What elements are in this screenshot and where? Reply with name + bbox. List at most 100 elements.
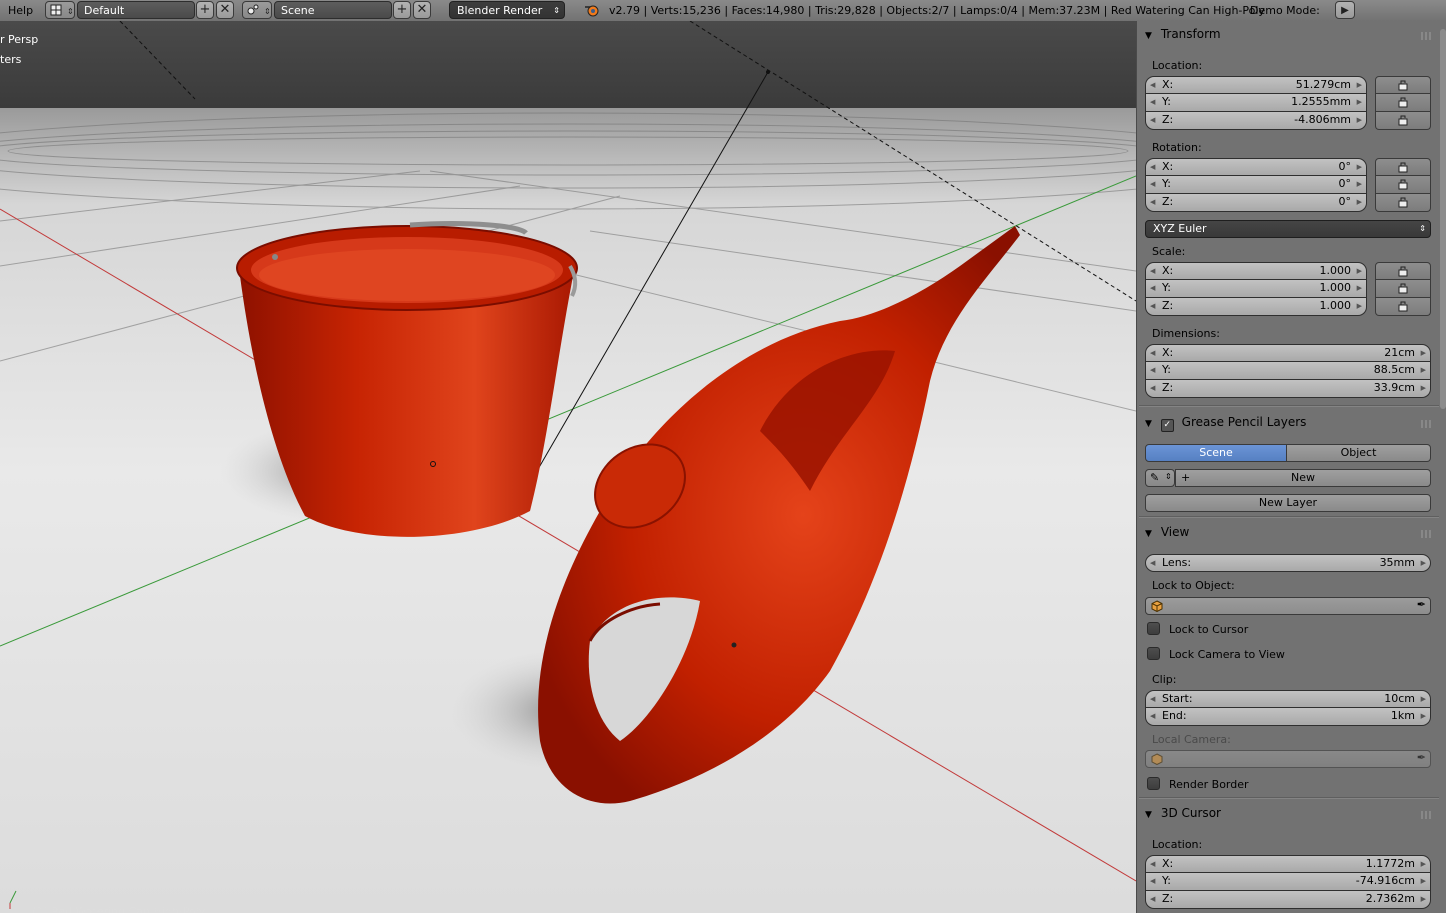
clip-label: Clip: xyxy=(1152,673,1177,686)
lock-rotation-x-button[interactable] xyxy=(1375,158,1431,176)
lock-camera-to-view-label: Lock Camera to View xyxy=(1169,648,1285,661)
drag-grip-icon[interactable] xyxy=(1421,420,1433,428)
lock-location-x-button[interactable] xyxy=(1375,76,1431,94)
add-icon: + xyxy=(199,2,211,17)
svg-text:⇕: ⇕ xyxy=(264,7,271,16)
new-grease-pencil-button[interactable]: + New xyxy=(1175,469,1431,487)
local-camera-label: Local Camera: xyxy=(1152,733,1231,746)
pencil-icon: ✎ xyxy=(1150,471,1160,484)
collapse-triangle-icon: ▼ xyxy=(1145,529,1152,539)
svg-text:⇕: ⇕ xyxy=(67,7,74,16)
rotation-mode-menu[interactable]: XYZ Euler ⇕ xyxy=(1145,220,1431,238)
lock-icon xyxy=(1398,197,1408,208)
layout-name-field[interactable]: Default xyxy=(77,1,195,19)
lock-scale-x-button[interactable] xyxy=(1375,262,1431,280)
scene-name-field[interactable]: Scene xyxy=(274,1,392,19)
cursor-x-field[interactable]: ◀ X: 1.1772m ▶ xyxy=(1145,855,1431,873)
lock-location-y-button[interactable] xyxy=(1375,94,1431,112)
clip-end-field[interactable]: ◀ End: 1km ▶ xyxy=(1145,708,1431,726)
tab-object[interactable]: Object xyxy=(1287,444,1431,462)
lock-icon xyxy=(1398,162,1408,173)
lock-rotation-y-button[interactable] xyxy=(1375,176,1431,194)
lock-object-field[interactable]: ✒ xyxy=(1145,597,1431,615)
drag-grip-icon[interactable] xyxy=(1421,530,1433,538)
dimensions-y-field[interactable]: ◀ Y: 88.5cm ▶ xyxy=(1145,362,1431,380)
dimensions-z-field[interactable]: ◀ Z: 33.9cm ▶ xyxy=(1145,380,1431,398)
scale-y-field[interactable]: ◀ Y: 1.000 ▶ xyxy=(1145,280,1367,298)
lock-icon xyxy=(1398,80,1408,91)
demo-play-button[interactable]: ▶ xyxy=(1335,1,1355,19)
location-y-field[interactable]: ◀ Y: 1.2555mm ▶ xyxy=(1145,94,1367,112)
collapse-triangle-icon: ▼ xyxy=(1145,31,1152,41)
lock-scale-y-button[interactable] xyxy=(1375,280,1431,298)
scale-label: Scale: xyxy=(1152,245,1186,258)
delete-layout-button[interactable]: ✕ xyxy=(216,1,234,19)
cursor-y-field[interactable]: ◀ Y: -74.916cm ▶ xyxy=(1145,873,1431,891)
rotation-z-field[interactable]: ◀ Z: 0° ▶ xyxy=(1145,194,1367,212)
blender-logo-icon xyxy=(585,5,599,17)
lock-icon xyxy=(1398,97,1408,108)
demo-mode-label: Demo Mode: xyxy=(1250,4,1320,17)
collapse-triangle-icon: ▼ xyxy=(1145,810,1152,820)
drag-grip-icon[interactable] xyxy=(1421,811,1433,819)
origin-marker xyxy=(731,642,737,648)
lock-camera-to-view-checkbox[interactable] xyxy=(1147,647,1160,660)
units-label: ters xyxy=(0,53,22,66)
location-x-field[interactable]: ◀ X: 51.279cm ▶ xyxy=(1145,76,1367,94)
3d-viewport[interactable]: r Persp ters (1) Red Watering Can High-P… xyxy=(0,21,1136,913)
scale-x-field[interactable]: ◀ X: 1.000 ▶ xyxy=(1145,262,1367,280)
scene-icon: ⇕ xyxy=(247,4,271,16)
lock-rotation-z-button[interactable] xyxy=(1375,194,1431,212)
lock-icon xyxy=(1398,179,1408,190)
grease-pencil-panel-header[interactable]: ▼ ✓ Grease Pencil Layers xyxy=(1145,412,1435,432)
delete-scene-button[interactable]: ✕ xyxy=(413,1,431,19)
render-engine-menu[interactable]: Blender Render ⇕ xyxy=(449,1,565,19)
lock-scale-z-button[interactable] xyxy=(1375,298,1431,316)
drag-grip-icon[interactable] xyxy=(1421,32,1433,40)
rotation-x-field[interactable]: ◀ X: 0° ▶ xyxy=(1145,158,1367,176)
render-border-checkbox[interactable] xyxy=(1147,777,1160,790)
view-panel-header[interactable]: ▼ View xyxy=(1145,522,1435,542)
section-divider xyxy=(1139,405,1439,407)
lock-location-z-button[interactable] xyxy=(1375,112,1431,130)
rotation-y-field[interactable]: ◀ Y: 0° ▶ xyxy=(1145,176,1367,194)
dimensions-label: Dimensions: xyxy=(1152,327,1220,340)
3d-cursor-panel-header[interactable]: ▼ 3D Cursor xyxy=(1145,803,1435,823)
section-divider xyxy=(1139,516,1439,518)
info-header: Help ⇕ Default + ✕ ⇕ Scene + ✕ Blender R… xyxy=(0,0,1446,22)
panel-scrollbar[interactable] xyxy=(1440,29,1446,409)
play-icon: ▶ xyxy=(1341,5,1349,16)
layout-name: Default xyxy=(84,4,125,17)
viewport-canvas[interactable] xyxy=(0,21,1136,913)
object-cube-icon xyxy=(1151,600,1163,612)
lens-field[interactable]: ◀ Lens: 35mm ▶ xyxy=(1145,554,1431,572)
dimensions-x-field[interactable]: ◀ X: 21cm ▶ xyxy=(1145,344,1431,362)
layout-selector-button[interactable]: ⇕ xyxy=(45,1,75,19)
local-camera-field: ✒ xyxy=(1145,750,1431,768)
help-menu[interactable]: Help xyxy=(8,0,33,21)
active-object-label: (1) Red Watering Can High-Poly xyxy=(32,905,206,913)
new-layer-button[interactable]: New Layer xyxy=(1145,494,1431,512)
grease-pencil-title: Grease Pencil Layers xyxy=(1181,415,1307,429)
location-z-field[interactable]: ◀ Z: -4.806mm ▶ xyxy=(1145,112,1367,130)
camera-guide-line xyxy=(119,21,196,100)
lock-to-cursor-checkbox[interactable] xyxy=(1147,622,1160,635)
grease-pencil-browse-button[interactable]: ✎ ⇕ xyxy=(1145,469,1175,487)
rotation-label: Rotation: xyxy=(1152,141,1202,154)
clip-start-field[interactable]: ◀ Start: 10cm ▶ xyxy=(1145,690,1431,708)
tab-scene[interactable]: Scene xyxy=(1145,444,1287,462)
eyedropper-icon[interactable]: ✒ xyxy=(1417,598,1426,611)
new-label: New xyxy=(1291,471,1315,484)
scale-z-field[interactable]: ◀ Z: 1.000 ▶ xyxy=(1145,298,1367,316)
scene-selector-button[interactable]: ⇕ xyxy=(242,1,272,19)
cursor-z-field[interactable]: ◀ Z: 2.7362m ▶ xyxy=(1145,891,1431,909)
scene-statistics: v2.79 | Verts:15,236 | Faces:14,980 | Tr… xyxy=(609,4,1265,17)
grease-pencil-enable-checkbox[interactable]: ✓ xyxy=(1160,419,1174,432)
add-scene-button[interactable]: + xyxy=(393,1,411,19)
cursor-location-label: Location: xyxy=(1152,838,1203,851)
transform-panel-header[interactable]: ▼ Transform xyxy=(1145,24,1435,44)
lock-icon xyxy=(1398,283,1408,294)
layout-icon: ⇕ xyxy=(50,4,74,16)
properties-region: ▼ Transform Location: ◀ X: 51.279cm ▶ ◀ Y: 1.… xyxy=(1136,21,1446,913)
add-layout-button[interactable]: + xyxy=(196,1,214,19)
